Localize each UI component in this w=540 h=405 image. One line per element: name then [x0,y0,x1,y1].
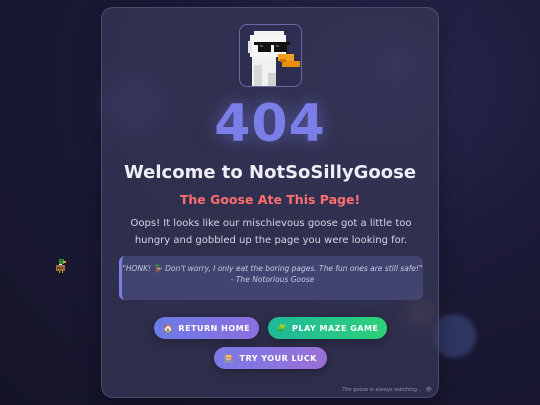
error-code: 404 [214,94,326,154]
home-icon: 🏠 [162,323,174,333]
return-home-label: RETURN HOME [178,323,251,333]
play-maze-game-button[interactable]: 🧩 PLAY MAZE GAME [268,317,387,339]
slot-machine-icon: 🎰 [224,353,235,363]
quote-text: "HONK! 🦆 Don't worry, I only eat the bor… [122,264,423,273]
goose-with-sunglasses-icon [248,31,300,86]
page-title: Welcome to NotSoSillyGoose [123,162,417,183]
goose-quote: "HONK! 🦆 Don't worry, I only eat the bor… [119,256,423,300]
footer-note: The goose is always watching... 👁 [342,387,432,393]
error-card: 404 Welcome to NotSoSillyGoose The Goose… [101,7,439,398]
eye-icon: 👁 [425,387,432,393]
goose-logo [239,24,302,87]
puzzle-icon: 🧩 [276,323,288,333]
quote-author: - The Notorious Goose [230,275,315,284]
error-description: Oops! It looks like our mischievous goos… [130,218,412,246]
return-home-button[interactable]: 🏠 RETURN HOME [154,317,259,339]
try-your-luck-button[interactable]: 🎰 TRY YOUR LUCK [214,347,327,369]
duck-icon[interactable] [54,258,68,274]
footer-text: The goose is always watching... [342,387,422,393]
play-maze-label: PLAY MAZE GAME [292,323,379,333]
page-subtitle: The Goose Ate This Page! [179,192,361,207]
try-luck-label: TRY YOUR LUCK [239,353,317,363]
